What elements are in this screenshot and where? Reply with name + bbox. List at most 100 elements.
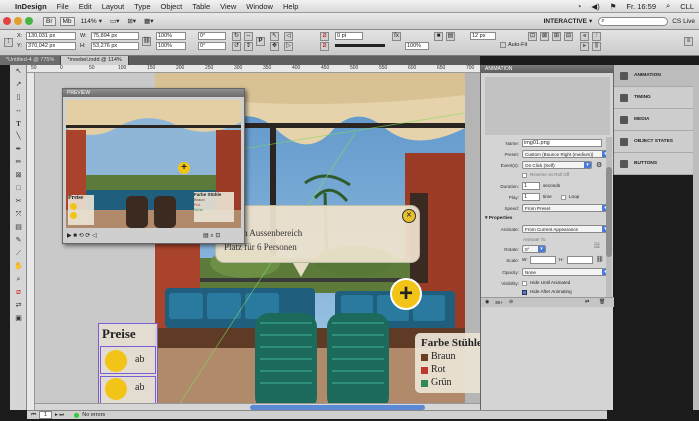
dock-media[interactable]: MEDIA — [614, 109, 693, 131]
scale-w-field[interactable] — [530, 256, 556, 264]
constrain-proportions-icon[interactable]: ⛓ — [142, 37, 151, 46]
minibridge-button[interactable]: Mb — [59, 16, 75, 26]
free-transform-tool-icon[interactable]: ⤧ — [11, 209, 26, 221]
gradient-tool-icon[interactable]: ▤ — [11, 222, 26, 234]
scale-x-field[interactable]: 100% — [156, 32, 186, 40]
preview-play-icon[interactable]: ▶ ■ ⟲ ⟳ ◁ — [67, 232, 97, 239]
convert-icon[interactable]: ⇄ — [585, 299, 589, 305]
fill-stroke-icon[interactable]: ⧄ — [11, 287, 26, 299]
properties-toggle[interactable]: ▾ Properties — [485, 216, 512, 221]
preview-spread-icon[interactable]: ◉ — [485, 299, 489, 305]
play-field[interactable]: 1 — [522, 193, 540, 201]
dock-buttons[interactable]: BUTTONS — [614, 153, 693, 175]
center-content-icon[interactable]: ⊞ — [552, 32, 561, 41]
preset-select[interactable]: Custom (Bounce Right (medium)) — [522, 150, 610, 158]
fit-frame-icon[interactable]: ⊠ — [540, 32, 549, 41]
page-tool-icon[interactable]: ▯ — [11, 92, 26, 104]
menu-object[interactable]: Object — [156, 2, 188, 11]
effect-width-field[interactable]: 12 px — [470, 32, 496, 40]
x-field[interactable]: 130,031 px — [26, 32, 76, 40]
zoom-window-icon[interactable] — [25, 17, 33, 25]
preview-panel[interactable]: PREVIEW + Preise Farbe Stühle Braun Rot … — [62, 88, 245, 244]
swatch-rot[interactable] — [421, 367, 428, 374]
tab-untitled-4[interactable]: *Untitled-4 @ 775% — [0, 56, 62, 65]
speed-select[interactable]: From Preset — [522, 204, 610, 212]
name-field[interactable]: img01.png — [522, 139, 602, 147]
spotlight-icon[interactable]: ⌕ — [661, 1, 675, 11]
align-center-icon[interactable]: ⫶ — [592, 32, 601, 41]
menu-type[interactable]: Type — [129, 2, 155, 11]
menu-edit[interactable]: Edit — [74, 2, 97, 11]
shear-field[interactable]: 0° — [198, 42, 226, 50]
swatch-gruen[interactable] — [421, 380, 428, 387]
opacity-select[interactable]: None — [522, 268, 610, 276]
select-next-icon[interactable]: ▷ — [284, 42, 293, 51]
arrange-documents-icon[interactable]: ▦▾ — [144, 17, 153, 25]
clear-icon[interactable]: ⊘ — [509, 299, 513, 305]
clock[interactable]: Fr. 16:59 — [621, 2, 661, 11]
reference-point-icon[interactable]: ⁞ — [4, 38, 13, 47]
distribute-icon[interactable]: ⫸ — [580, 42, 589, 51]
hand-tool-icon[interactable]: ✋ — [11, 261, 26, 273]
line-tool-icon[interactable]: ╲ — [11, 131, 26, 143]
bridge-button[interactable]: Br — [43, 16, 56, 26]
rotate-cw-icon[interactable]: ↻ — [232, 32, 241, 41]
pen-tool-icon[interactable]: ✒ — [11, 144, 26, 156]
preview-plus-icon[interactable]: + — [178, 162, 190, 174]
dock-object-states[interactable]: OBJECT STATES — [614, 131, 693, 153]
menu-window[interactable]: Window — [241, 2, 278, 11]
loop-checkbox[interactable] — [561, 195, 566, 200]
workspace-switcher[interactable]: INTERACTIVE — [544, 18, 587, 25]
event-trigger-icon[interactable]: ⚙ — [596, 161, 602, 169]
rectangle-tool-icon[interactable]: □ — [11, 183, 26, 195]
align-left-icon[interactable]: ⫷ — [580, 32, 589, 41]
stroke-type-line[interactable] — [335, 44, 385, 47]
select-content-icon[interactable]: ✥ — [270, 42, 279, 51]
rotation-field[interactable]: 0° — [198, 32, 226, 40]
scale-h-field[interactable] — [567, 256, 593, 264]
rotate-field[interactable]: 0° — [522, 245, 546, 253]
dock-animation[interactable]: ANIMATION — [614, 65, 693, 87]
opacity-field[interactable]: 100% — [405, 42, 429, 50]
preview-panel-title[interactable]: PREVIEW — [63, 89, 244, 97]
close-window-icon[interactable] — [3, 17, 11, 25]
wifi-icon[interactable]: ◔ — [572, 2, 587, 11]
select-container-icon[interactable]: ↖ — [270, 32, 279, 41]
chair-color-box[interactable]: Farbe Stühle Braun Rot Grün — [415, 333, 480, 393]
screen-mode-tool-icon[interactable]: ▣ — [11, 313, 26, 325]
panel-scrollbar-thumb[interactable] — [606, 167, 612, 257]
next-page-icon[interactable]: ▸ ⏭ — [55, 412, 64, 419]
animation-panel-title[interactable]: ANIMATION — [481, 65, 613, 73]
fill-swatch-icon[interactable]: ⧄ — [320, 32, 329, 41]
width-field[interactable]: 75,894 px — [91, 32, 139, 40]
duration-field[interactable]: 1 — [522, 182, 540, 190]
animation-panel[interactable]: ANIMATION Name: img01.png Preset: Custom… — [480, 65, 614, 410]
effects-icon[interactable]: fx — [392, 32, 401, 41]
hide-until-checkbox[interactable] — [522, 281, 527, 286]
volume-icon[interactable]: ◀) — [586, 2, 604, 11]
rectangle-frame-tool-icon[interactable]: ⊠ — [11, 170, 26, 182]
rotate-ccw-icon[interactable]: ↺ — [232, 42, 241, 51]
menu-layout[interactable]: Layout — [97, 2, 130, 11]
dock-timing[interactable]: TIMING — [614, 87, 693, 109]
swap-fill-stroke-icon[interactable]: ⇄ — [11, 300, 26, 312]
cs-live-button[interactable]: CS Live — [672, 18, 695, 25]
drop-shadow-icon[interactable]: ■ — [434, 32, 443, 41]
note-tool-icon[interactable]: ✎ — [11, 235, 26, 247]
fill-frame-icon[interactable]: ⊟ — [564, 32, 573, 41]
hide-after-checkbox[interactable] — [522, 290, 527, 295]
direct-selection-tool-icon[interactable]: ↗ — [11, 79, 26, 91]
animate-select[interactable]: From Current Appearance — [522, 225, 610, 233]
tab-moebel[interactable]: *moebel.indd @ 114% — [61, 56, 129, 65]
user-name[interactable]: CLL — [675, 2, 699, 11]
preview-mode-icon[interactable]: ▤ ⌕ ⊡ — [203, 232, 220, 240]
preflight-status[interactable]: No errors — [82, 412, 105, 418]
chevron-down-icon[interactable]: ▾ — [99, 17, 102, 25]
panel-scrollbar[interactable] — [606, 137, 612, 297]
panel-menu-icon[interactable]: ≡ — [684, 37, 693, 46]
flip-horizontal-icon[interactable]: ⇔ — [244, 32, 253, 41]
scale-y-field[interactable]: 100% — [156, 42, 186, 50]
info-callout[interactable]: im Aussenbereich Platz für 6 Personen × — [215, 205, 420, 263]
gap-tool-icon[interactable]: ↔ — [11, 105, 26, 117]
menu-app-name[interactable]: InDesign — [10, 2, 52, 11]
